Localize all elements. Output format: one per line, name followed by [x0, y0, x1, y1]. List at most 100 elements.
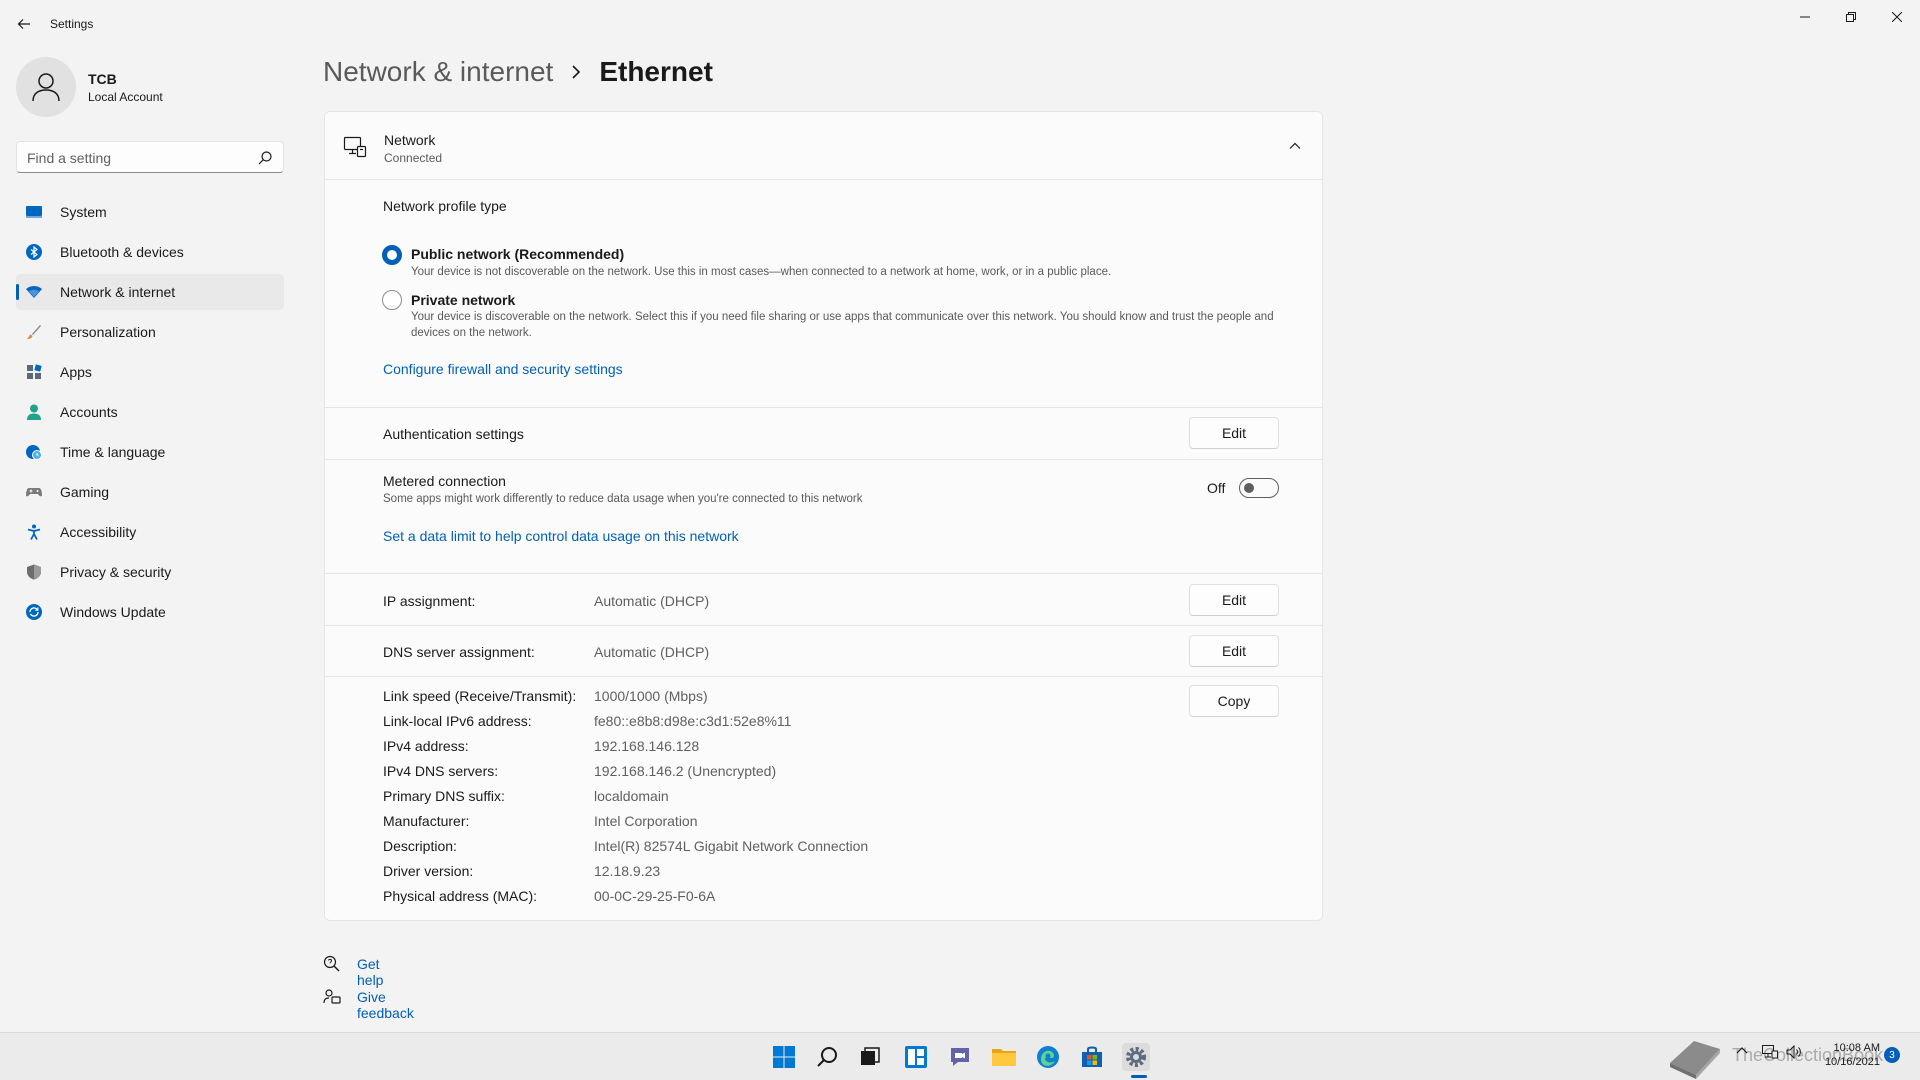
- property-label: IPv4 DNS servers:: [383, 763, 499, 779]
- private-network-description: Your device is discoverable on the netwo…: [411, 311, 1274, 339]
- user-profile[interactable]: TCB Local Account: [16, 57, 286, 117]
- task-view-icon: [861, 1047, 880, 1065]
- sidebar-item-privacy[interactable]: Privacy & security: [16, 554, 284, 590]
- search-icon[interactable]: [257, 150, 273, 166]
- sidebar-item-windows-update[interactable]: Windows Update: [16, 594, 284, 630]
- search-box[interactable]: Find a setting: [16, 141, 284, 173]
- property-value: Intel(R) 82574L Gigabit Network Connecti…: [594, 838, 869, 854]
- metered-connection-label: Metered connection: [383, 473, 506, 489]
- metered-connection-description: Some apps might work differently to redu…: [383, 493, 863, 505]
- sidebar-item-apps[interactable]: Apps: [16, 354, 284, 390]
- restore-button[interactable]: [1828, 2, 1874, 32]
- network-tray-button[interactable]: [1762, 1045, 1778, 1062]
- get-help-link[interactable]: Get help: [357, 956, 383, 988]
- property-value: 192.168.146.128: [594, 738, 700, 754]
- sidebar-item-time-language[interactable]: Time & language: [16, 434, 284, 470]
- start-button[interactable]: [770, 1043, 798, 1071]
- firewall-settings-link[interactable]: Configure firewall and security settings: [383, 361, 623, 377]
- show-hidden-icons-button[interactable]: [1736, 1045, 1748, 1060]
- settings-app-button[interactable]: [1122, 1043, 1150, 1071]
- give-feedback-link[interactable]: Give feedback: [357, 989, 414, 1021]
- chat-icon: [951, 1048, 969, 1066]
- back-button[interactable]: [12, 12, 36, 36]
- sidebar-item-label: Network & internet: [60, 284, 176, 300]
- sidebar-item-label: Accessibility: [60, 524, 137, 540]
- apps-icon: [27, 364, 42, 379]
- public-network-description: Your device is not discoverable on the n…: [411, 266, 1112, 278]
- sidebar-item-label: Windows Update: [60, 604, 166, 620]
- property-value: 1000/1000 (Mbps): [594, 688, 708, 704]
- search-input[interactable]: Find a setting: [27, 150, 111, 166]
- copy-properties-button[interactable]: Copy: [1189, 685, 1279, 717]
- dns-assignment-value: Automatic (DHCP): [594, 644, 710, 660]
- update-icon: [26, 604, 42, 620]
- close-button[interactable]: [1874, 2, 1920, 32]
- notification-badge[interactable]: 3: [1884, 1047, 1900, 1063]
- sidebar-item-network[interactable]: Network & internet: [16, 274, 284, 310]
- ip-assignment-edit-button[interactable]: Edit: [1189, 584, 1279, 616]
- divider: [325, 407, 1322, 408]
- widgets-button[interactable]: [902, 1043, 930, 1071]
- task-view-button[interactable]: [856, 1043, 884, 1071]
- property-value: fe80::e8b8:d98e:c3d1:52e8%11: [594, 713, 792, 729]
- sidebar-item-accounts[interactable]: Accounts: [16, 394, 284, 430]
- accessibility-icon: [27, 524, 41, 540]
- title-bar: Settings: [0, 0, 1920, 48]
- clock[interactable]: 10:08 AM 10/16/2021: [1818, 1041, 1880, 1069]
- volume-button[interactable]: [1786, 1044, 1802, 1062]
- monitor-icon: [26, 206, 42, 218]
- breadcrumb-parent[interactable]: Network & internet: [323, 56, 553, 88]
- metered-state-label: Off: [1207, 480, 1226, 496]
- dns-assignment-edit-button[interactable]: Edit: [1189, 635, 1279, 667]
- speaker-icon: [1786, 1044, 1801, 1060]
- chevron-up-icon: [1289, 142, 1301, 149]
- network-card-header[interactable]: Network Connected: [325, 112, 1322, 180]
- taskbar-search-button[interactable]: [814, 1043, 842, 1071]
- avatar: [16, 57, 76, 117]
- gamepad-icon: [26, 488, 42, 497]
- property-label: Manufacturer:: [383, 813, 470, 829]
- property-label: Link speed (Receive/Transmit):: [383, 688, 577, 704]
- public-network-label[interactable]: Public network (Recommended): [411, 246, 624, 262]
- back-arrow-icon: [17, 19, 30, 29]
- windows-logo-icon: [773, 1046, 795, 1068]
- microsoft-store-button[interactable]: [1078, 1043, 1106, 1071]
- edge-icon: [1037, 1046, 1059, 1068]
- metered-connection-toggle[interactable]: [1239, 478, 1279, 498]
- user-name: TCB: [88, 71, 117, 87]
- app-title: Settings: [50, 17, 94, 31]
- person-icon: [32, 73, 60, 102]
- book-logo-icon: [1670, 1041, 1720, 1079]
- public-network-radio[interactable]: [382, 245, 402, 265]
- network-status: Connected: [384, 151, 443, 165]
- sidebar-item-gaming[interactable]: Gaming: [16, 474, 284, 510]
- private-network-radio[interactable]: [382, 290, 402, 310]
- minimize-button[interactable]: [1782, 2, 1828, 32]
- sidebar-nav: System Bluetooth & devices Network & int…: [16, 194, 284, 634]
- active-app-indicator: [1131, 1075, 1147, 1078]
- data-limit-link[interactable]: Set a data limit to help control data us…: [383, 528, 739, 544]
- sidebar-item-system[interactable]: System: [16, 194, 284, 230]
- wifi-icon: [26, 286, 42, 298]
- network-name: Network: [384, 132, 436, 148]
- file-explorer-button[interactable]: [990, 1043, 1018, 1071]
- edge-browser-button[interactable]: [1034, 1043, 1062, 1071]
- teams-chat-button[interactable]: [946, 1043, 974, 1071]
- gear-icon: [1126, 1047, 1146, 1067]
- authentication-edit-button[interactable]: Edit: [1189, 417, 1279, 449]
- property-label: Physical address (MAC):: [383, 888, 538, 904]
- ip-assignment-label: IP assignment:: [383, 593, 476, 609]
- divider: [325, 459, 1322, 460]
- help-icon: [323, 955, 340, 972]
- property-value: localdomain: [594, 788, 669, 804]
- sidebar-item-accessibility[interactable]: Accessibility: [16, 514, 284, 550]
- sidebar-item-label: Gaming: [60, 484, 110, 500]
- private-network-label[interactable]: Private network: [411, 292, 515, 308]
- property-label: Driver version:: [383, 863, 474, 879]
- sidebar-item-label: Accounts: [60, 404, 118, 420]
- sidebar-item-bluetooth[interactable]: Bluetooth & devices: [16, 234, 284, 270]
- collapse-button[interactable]: [1285, 136, 1305, 156]
- profile-type-heading: Network profile type: [383, 198, 507, 214]
- sidebar-item-personalization[interactable]: Personalization: [16, 314, 284, 350]
- globe-clock-icon: [26, 445, 42, 460]
